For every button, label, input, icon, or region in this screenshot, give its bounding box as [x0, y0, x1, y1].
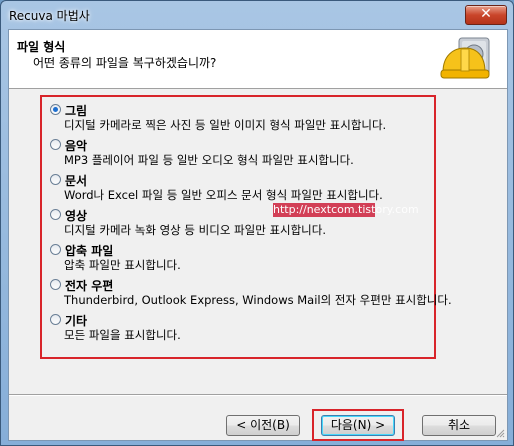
radio-email[interactable] — [50, 279, 61, 290]
recuva-wizard-window: Recuva 마법사 ✕ 파일 형식 어떤 종류의 파일을 복구하겠습니까? 그… — [0, 0, 514, 446]
option-compressed-description: 압축 파일만 표시합니다. — [64, 258, 181, 272]
option-documents-description: Word나 Excel 파일 등 일반 오피스 문서 형식 파일만 표시합니다. — [64, 188, 383, 202]
option-other-description: 모든 파일을 표시합니다. — [64, 328, 181, 342]
close-button[interactable]: ✕ — [465, 5, 507, 25]
option-video-description: 디지털 카메라 녹화 영상 등 비디오 파일만 표시합니다. — [64, 223, 327, 237]
wizard-client-area: 파일 형식 어떤 종류의 파일을 복구하겠습니까? 그림 디지털 카메라로 찍은… — [8, 29, 508, 441]
radio-compressed[interactable] — [50, 244, 61, 255]
resize-grip-icon[interactable] — [495, 428, 505, 438]
recuva-hardhat-drive-icon — [440, 37, 490, 79]
radio-music[interactable] — [50, 139, 61, 150]
next-button[interactable]: 다음(N) > — [321, 415, 395, 436]
radio-documents[interactable] — [50, 174, 61, 185]
page-subtitle: 어떤 종류의 파일을 복구하겠습니까? — [33, 56, 217, 70]
back-button[interactable]: < 이전(B) — [226, 415, 300, 436]
window-title: Recuva 마법사 — [9, 9, 90, 23]
footer-divider — [9, 394, 507, 395]
radio-pictures[interactable] — [50, 104, 61, 115]
blog-watermark: http://nextcom.tistory.com — [273, 203, 419, 217]
page-title: 파일 형식 — [17, 40, 66, 54]
cancel-button[interactable]: 취소 — [422, 415, 496, 436]
wizard-header: 파일 형식 어떤 종류의 파일을 복구하겠습니까? — [9, 30, 507, 89]
radio-other[interactable] — [50, 314, 61, 325]
option-pictures-description: 디지털 카메라로 찍은 사진 등 일반 이미지 형식 파일만 표시합니다. — [64, 118, 387, 132]
option-email-description: Thunderbird, Outlook Express, Windows Ma… — [64, 293, 452, 307]
title-bar[interactable]: Recuva 마법사 ✕ — [1, 1, 513, 29]
close-icon: ✕ — [480, 6, 492, 22]
file-type-options-group: 그림 디지털 카메라로 찍은 사진 등 일반 이미지 형식 파일만 표시합니다.… — [40, 95, 452, 359]
option-music-description: MP3 플레이어 파일 등 일반 오디오 형식 파일만 표시합니다. — [64, 153, 354, 167]
radio-video[interactable] — [50, 209, 61, 220]
